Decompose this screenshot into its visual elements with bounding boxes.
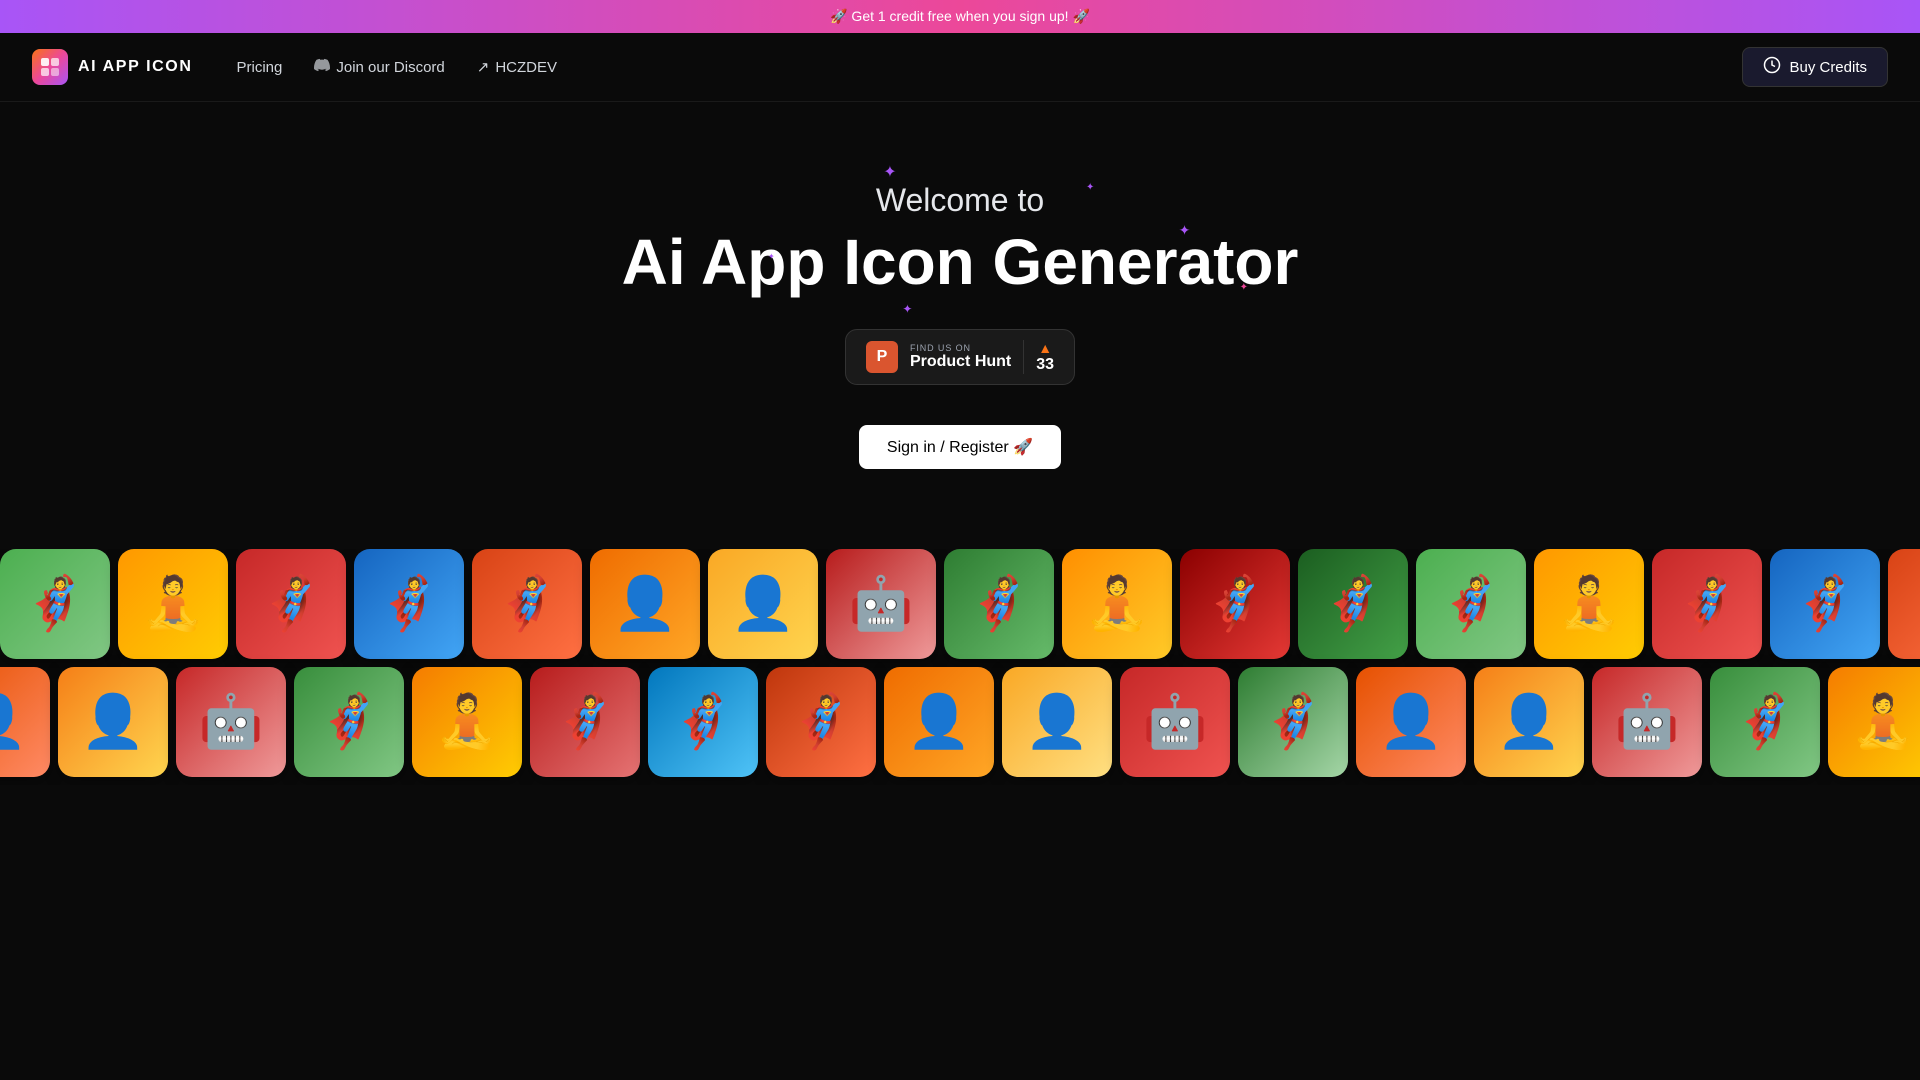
- ph-text: FIND US ON Product Hunt: [910, 343, 1011, 371]
- nav-right: Buy Credits: [1742, 47, 1888, 87]
- product-hunt-container: P FIND US ON Product Hunt ▲ 33: [20, 329, 1900, 405]
- list-item: 🦸: [1298, 549, 1408, 659]
- list-item: 👤: [1002, 667, 1112, 777]
- discord-link[interactable]: Join our Discord: [302, 51, 456, 83]
- logo-icon: [32, 49, 68, 85]
- pricing-link[interactable]: Pricing: [225, 53, 295, 82]
- nav-links: Pricing Join our Discord ↗ HCZDEV: [225, 51, 1743, 83]
- icon-row-2: 👤👤🤖🦸🧘🦸🦸🦸👤👤🤖🦸👤👤🤖🦸🧘🦸🦸🦸👤👤🤖🦸: [0, 667, 1920, 777]
- list-item: 🤖: [176, 667, 286, 777]
- list-item: 🦸: [1652, 549, 1762, 659]
- ph-logo: P: [866, 341, 898, 373]
- list-item: 🤖: [1120, 667, 1230, 777]
- sparkle-1: ✦: [883, 162, 896, 182]
- hero-subtitle: Welcome to: [20, 182, 1900, 219]
- list-item: 🦸: [236, 549, 346, 659]
- sparkle-6: ✦: [902, 302, 912, 316]
- list-item: 🦸: [1770, 549, 1880, 659]
- hero-title: Ai App Icon Generator: [20, 227, 1900, 297]
- discord-icon: [314, 57, 330, 77]
- hczdev-label: HCZDEV: [495, 59, 557, 76]
- list-item: 🦸: [1180, 549, 1290, 659]
- top-banner: 🚀 Get 1 credit free when you sign up! 🚀: [0, 0, 1920, 33]
- list-item: 🦸: [354, 549, 464, 659]
- list-item: 👤: [590, 549, 700, 659]
- hczdev-icon: ↗: [477, 58, 490, 76]
- list-item: 🧘: [1534, 549, 1644, 659]
- list-item: 🦸: [1416, 549, 1526, 659]
- hero-section: ✦ ✦ ✦ ✦ ✦ ✦ Welcome to Ai App Icon Gener…: [0, 102, 1920, 509]
- product-hunt-badge[interactable]: P FIND US ON Product Hunt ▲ 33: [845, 329, 1075, 385]
- ph-arrow: ▲: [1038, 340, 1052, 356]
- credits-icon: [1763, 56, 1781, 78]
- list-item: 🦸: [530, 667, 640, 777]
- ph-find-text: FIND US ON: [910, 343, 1011, 353]
- buy-credits-button[interactable]: Buy Credits: [1742, 47, 1888, 87]
- ph-name: Product Hunt: [910, 353, 1011, 371]
- ph-count: ▲ 33: [1023, 340, 1054, 374]
- sparkle-2: ✦: [1086, 182, 1094, 193]
- hczdev-link[interactable]: ↗ HCZDEV: [465, 52, 569, 82]
- list-item: 🧘: [412, 667, 522, 777]
- icon-gallery: 🦸🧘🦸🦸🦸👤👤🤖🦸🧘🦸🦸🦸🧘🦸🦸🦸👤👤🤖🦸🧘🦸🦸 👤👤🤖🦸🧘🦸🦸🦸👤👤🤖🦸👤👤🤖…: [0, 549, 1920, 785]
- discord-label: Join our Discord: [336, 59, 444, 76]
- signin-button[interactable]: Sign in / Register 🚀: [859, 425, 1061, 469]
- navbar: AI APP ICON Pricing Join our Discord ↗ H…: [0, 33, 1920, 102]
- icon-row-1: 🦸🧘🦸🦸🦸👤👤🤖🦸🧘🦸🦸🦸🧘🦸🦸🦸👤👤🤖🦸🧘🦸🦸: [0, 549, 1920, 659]
- pricing-label: Pricing: [237, 59, 283, 76]
- signin-label: Sign in / Register 🚀: [887, 437, 1033, 457]
- list-item: 🤖: [826, 549, 936, 659]
- list-item: 🦸: [766, 667, 876, 777]
- list-item: 👤: [0, 667, 50, 777]
- list-item: 🧘: [118, 549, 228, 659]
- list-item: 👤: [58, 667, 168, 777]
- list-item: 🦸: [648, 667, 758, 777]
- list-item: 👤: [708, 549, 818, 659]
- buy-credits-label: Buy Credits: [1789, 59, 1867, 76]
- list-item: 🦸: [472, 549, 582, 659]
- ph-number: 33: [1036, 356, 1054, 374]
- sparkle-4: ✦: [768, 252, 775, 261]
- list-item: 👤: [1474, 667, 1584, 777]
- list-item: 🦸: [0, 549, 110, 659]
- banner-text: 🚀 Get 1 credit free when you sign up! 🚀: [830, 8, 1090, 24]
- list-item: 🤖: [1592, 667, 1702, 777]
- list-item: 👤: [884, 667, 994, 777]
- list-item: 🦸: [294, 667, 404, 777]
- sparkle-5: ✦: [1240, 282, 1248, 293]
- list-item: 🦸: [1888, 549, 1920, 659]
- sparkle-3: ✦: [1179, 222, 1191, 239]
- logo-link[interactable]: AI APP ICON: [32, 49, 193, 85]
- list-item: 🦸: [944, 549, 1054, 659]
- list-item: 🦸: [1238, 667, 1348, 777]
- logo-text: AI APP ICON: [78, 58, 193, 76]
- list-item: 🧘: [1828, 667, 1920, 777]
- list-item: 👤: [1356, 667, 1466, 777]
- list-item: 🧘: [1062, 549, 1172, 659]
- list-item: 🦸: [1710, 667, 1820, 777]
